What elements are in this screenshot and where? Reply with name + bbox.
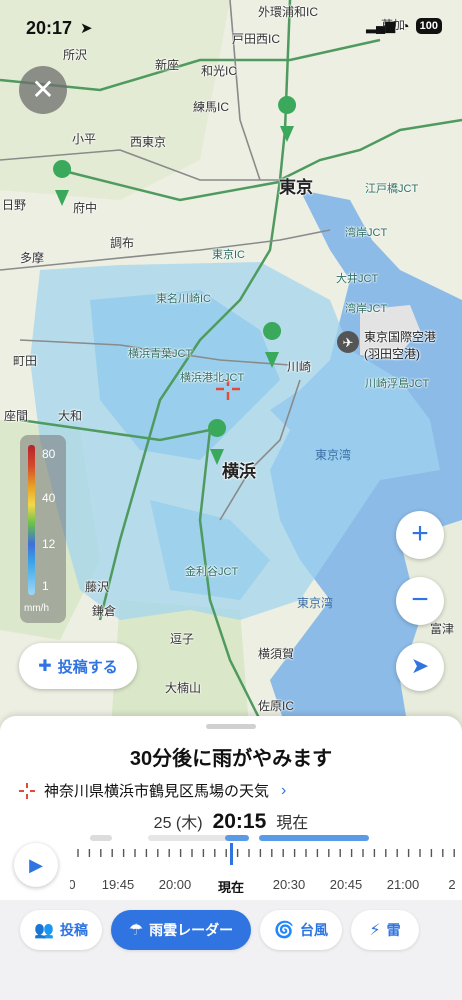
svg-text:✈: ✈ <box>343 336 354 351</box>
lightning-icon: ⚡ <box>369 922 381 939</box>
location-arrow-icon: ➤ <box>80 20 93 37</box>
map-place-label: 練馬IC <box>193 100 230 114</box>
map-place-label: 大和 <box>58 409 83 423</box>
map-place-label: 逗子 <box>170 632 195 646</box>
radar-map[interactable]: ✈ 外環浦和IC 草加 所沢 新座 戸田西IC 和光IC 練馬IC 小平 西東京 東京 江戸橋JCT… <box>0 0 462 740</box>
timeline-label: 20:00 <box>158 877 192 892</box>
location-target-icon <box>19 782 35 799</box>
map-place-label: 川崎浮島JCT <box>365 378 430 390</box>
zoom-in-button[interactable]: + <box>396 511 444 559</box>
map-place-label: 東京国際空港 <box>364 330 437 344</box>
tab-2[interactable]: 🌀 台風 <box>260 910 342 950</box>
map-place-label: 東京IC <box>212 249 245 261</box>
tab-1[interactable]: ☂ 雨雲レーダー <box>111 910 251 950</box>
map-place-label: 和光IC <box>201 64 238 78</box>
map-place-label: 東京湾 <box>297 596 334 610</box>
map-place-label: 湾岸JCT <box>345 303 388 315</box>
map-place-label: 藤沢 <box>85 580 110 594</box>
status-time: 20:17 <box>26 18 73 38</box>
map-place-label: 金利谷JCT <box>185 566 239 578</box>
legend-unit: mm/h <box>24 603 49 614</box>
timeline-slider[interactable]: 0 19:45 20:00 現在 20:30 20:45 21:00 2 <box>70 833 462 893</box>
bottom-tab-bar: 👥 投稿 ☂ 雨雲レーダー 🌀 台風 ⚡ 雷 <box>0 900 462 1000</box>
tab-label: 雷 <box>386 922 401 938</box>
map-place-label: 大井JCT <box>336 273 379 285</box>
map-place-label: 川崎 <box>287 360 312 374</box>
map-place-label: 東名川崎IC <box>156 293 211 305</box>
map-place-label: 湾岸JCT <box>345 227 388 239</box>
map-place-label: 西東京 <box>130 135 167 149</box>
legend-value: 1 <box>42 579 49 593</box>
timeline-label: 0 <box>70 877 76 892</box>
tab-label: 投稿 <box>59 922 88 938</box>
post-icon: ✚ <box>38 658 52 675</box>
typhoon-icon: 🌀 <box>274 922 294 939</box>
signal-icon: ▂▄▆ <box>365 18 396 33</box>
legend-value: 12 <box>42 537 56 551</box>
status-bar: 20:17 ➤ ▂▄▆ ◔ 100 <box>0 0 462 52</box>
zoom-out-button[interactable]: − <box>396 577 444 625</box>
rain-legend: 80 40 12 1 mm/h <box>20 435 66 623</box>
close-button[interactable]: ✕ <box>19 66 67 114</box>
tab-label: 台風 <box>299 922 328 938</box>
map-place-label: 多摩 <box>20 251 45 265</box>
map-place-label: 日野 <box>2 198 27 212</box>
map-place-label: (羽田空港) <box>364 347 420 361</box>
time-display: 25 (木) 20:15 現在 <box>0 809 462 834</box>
map-place-label: 横浜港北JCT <box>180 372 245 384</box>
timeline-track <box>77 835 455 865</box>
location-name: 神奈川県横浜市鶴見区馬場の天気 <box>44 783 270 800</box>
timeline-label: 2 <box>448 877 456 892</box>
map-place-label: 横浜青葉JCT <box>128 348 193 360</box>
battery-icon: 100 <box>415 18 442 34</box>
location-link[interactable]: 神奈川県横浜市鶴見区馬場の天気 › <box>18 780 286 801</box>
time-text: 20:15 <box>212 810 267 833</box>
play-button[interactable]: ▶ <box>14 843 58 887</box>
map-place-label: 新座 <box>155 58 180 72</box>
legend-color-bar <box>28 445 35 595</box>
map-place-label: 町田 <box>13 354 38 368</box>
map-place-label: 座間 <box>4 409 29 423</box>
timeline-label: 20:45 <box>329 877 363 892</box>
post-button-label: 投稿する <box>57 658 118 676</box>
map-place-label: 府中 <box>73 201 98 215</box>
timeline-label: 20:30 <box>272 877 306 892</box>
timeline-label: 21:00 <box>386 877 420 892</box>
map-place-label: 富津 <box>430 622 455 636</box>
legend-value: 40 <box>42 491 56 505</box>
map-place-label: 小平 <box>72 132 97 146</box>
legend-value: 80 <box>42 447 56 461</box>
chevron-right-icon: › <box>281 781 287 799</box>
map-place-label: 鎌倉 <box>92 604 117 618</box>
map-place-label: 江戸橋JCT <box>365 183 419 195</box>
date-text: 25 (木) <box>153 815 203 832</box>
timeline-label: 現在 <box>217 880 245 893</box>
forecast-headline: 30分後に雨がやみます <box>129 748 333 770</box>
tab-0[interactable]: 👥 投稿 <box>20 910 102 950</box>
map-place-label: 佐原IC <box>258 699 295 713</box>
map-place-label: 調布 <box>110 236 135 250</box>
tab-label: 雨雲レーダー <box>149 922 234 938</box>
map-place-label: 東京湾 <box>315 448 352 462</box>
map-place-label: 東京 <box>279 178 313 197</box>
current-location-button[interactable]: ➤ <box>396 643 444 691</box>
people-icon: 👥 <box>34 922 54 939</box>
map-place-label: 大楠山 <box>165 681 202 695</box>
rain-cloud-icon: ☂ <box>128 922 144 939</box>
now-text: 現在 <box>276 815 309 832</box>
wifi-icon: ◔ <box>401 18 410 34</box>
tab-3[interactable]: ⚡ 雷 <box>351 910 419 950</box>
post-button[interactable]: ✚ 投稿する <box>19 643 137 689</box>
map-place-label: 横須賀 <box>258 647 295 661</box>
timeline-label: 19:45 <box>101 877 135 892</box>
map-place-label: 横浜 <box>222 462 256 481</box>
sheet-handle[interactable] <box>206 724 256 729</box>
